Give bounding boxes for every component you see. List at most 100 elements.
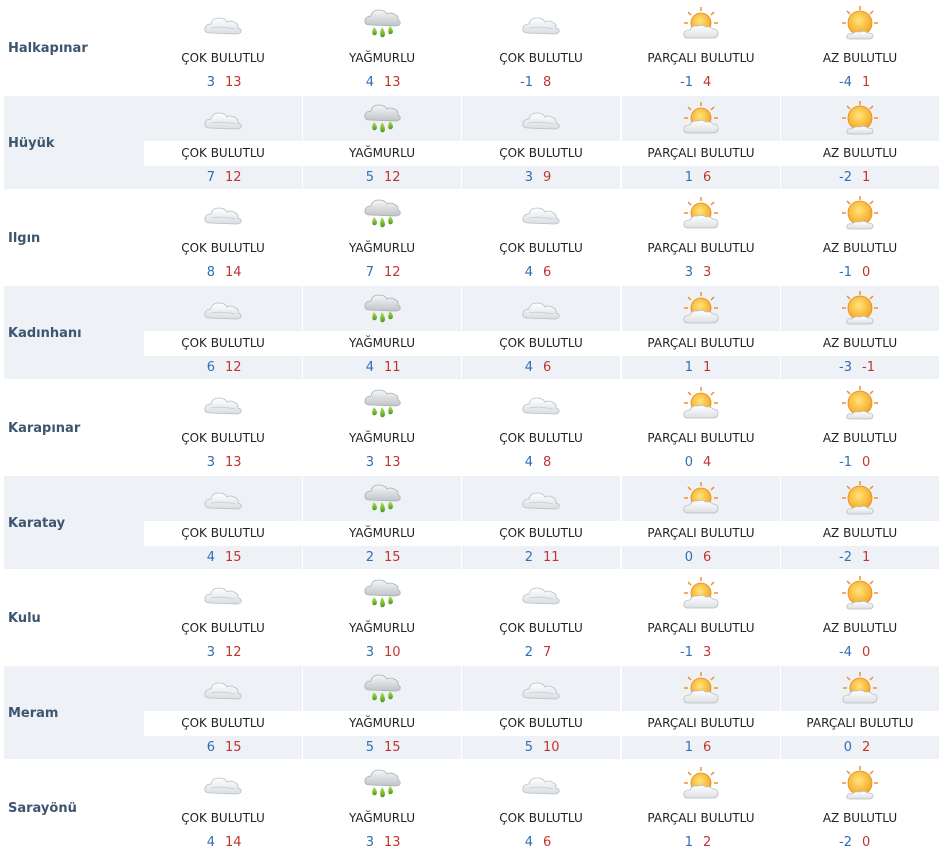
icon-cell: [781, 476, 939, 521]
min-temp: 4: [365, 360, 374, 375]
min-temp: 1: [684, 740, 693, 755]
condition-cell: PARÇALI BULUTLU: [622, 141, 780, 165]
max-temp: 12: [384, 170, 401, 185]
min-temp: 7: [365, 265, 374, 280]
forecast-day: AZ BULUTLU -4 0: [781, 570, 939, 665]
condition-label: AZ BULUTLU: [822, 336, 898, 350]
condition-cell: YAĞMURLU: [303, 521, 461, 545]
condition-cell: AZ BULUTLU: [781, 46, 939, 70]
condition-cell: ÇOK BULUTLU: [144, 331, 302, 355]
city-cell: Kadınhanı: [4, 286, 144, 379]
forecast-day: YAĞMURLU 3 10: [303, 570, 461, 665]
max-temp: 0: [862, 265, 871, 280]
condition-cell: AZ BULUTLU: [781, 236, 939, 260]
cloudy-icon: [201, 670, 245, 708]
city-name: Karapınar: [8, 421, 81, 436]
condition-label: ÇOK BULUTLU: [181, 431, 265, 445]
temperature-cell: 46: [462, 831, 620, 854]
temperature-cell: 3 13: [303, 831, 461, 854]
condition-cell: ÇOK BULUTLU: [462, 711, 620, 735]
icon-cell: [622, 571, 780, 616]
condition-label: PARÇALI BULUTLU: [647, 716, 755, 730]
condition-label: ÇOK BULUTLU: [499, 621, 583, 635]
forecast-day: PARÇALI BULUTLU 3 3: [622, 190, 780, 285]
temperature-cell: 4 11: [303, 356, 461, 379]
city-cell: Karatay: [4, 476, 144, 569]
min-temp: -3: [839, 360, 852, 375]
max-temp: 6: [703, 550, 712, 565]
max-temp: 4: [703, 455, 712, 470]
forecast-day: AZ BULUTLU -1 0: [781, 190, 939, 285]
forecast-day: ÇOK BULUTLU 3 13: [144, 0, 302, 95]
condition-label: YAĞMURLU: [348, 241, 416, 255]
icon-cell: [781, 1, 939, 46]
icon-cell: [303, 476, 461, 521]
icon-cell: [462, 666, 620, 711]
forecast-day: ÇOK BULUTLU 6 15: [144, 665, 302, 760]
forecast-day: AZ BULUTLU -2 1: [781, 475, 939, 570]
temperature-cell: 27: [462, 641, 620, 664]
condition-label: PARÇALI BULUTLU: [806, 716, 914, 730]
max-temp: -1: [862, 360, 875, 375]
city-cell: Halkapınar: [4, 1, 144, 94]
city-cell: Sarayönü: [4, 761, 144, 854]
condition-label: PARÇALI BULUTLU: [647, 336, 755, 350]
forecast-day: ÇOK BULUTLU 4 6: [462, 760, 620, 855]
condition-label: PARÇALI BULUTLU: [647, 621, 755, 635]
forecast-day: PARÇALI BULUTLU -1 3: [622, 570, 780, 665]
max-temp: 6: [703, 170, 712, 185]
cloudy-icon: [201, 195, 245, 233]
condition-label: ÇOK BULUTLU: [499, 811, 583, 825]
temperature-cell: 2 15: [303, 546, 461, 569]
mostly-sunny-icon: [838, 290, 882, 328]
temperature-cell: 7 12: [144, 166, 302, 189]
forecast-day: AZ BULUTLU -4 1: [781, 0, 939, 95]
max-temp: 9: [543, 170, 552, 185]
icon-cell: [622, 1, 780, 46]
condition-label: ÇOK BULUTLU: [499, 716, 583, 730]
condition-cell: AZ BULUTLU: [781, 331, 939, 355]
temperature-cell: 02: [781, 736, 939, 759]
max-temp: 1: [862, 550, 871, 565]
forecast-day: PARÇALI BULUTLU 0 2: [781, 665, 939, 760]
icon-cell: [144, 191, 302, 236]
icon-cell: [144, 1, 302, 46]
rain-icon: [360, 575, 404, 613]
cloudy-icon: [519, 100, 563, 138]
icon-cell: [781, 286, 939, 331]
max-temp: 15: [384, 740, 401, 755]
rain-icon: [360, 765, 404, 803]
condition-label: YAĞMURLU: [348, 431, 416, 445]
condition-cell: AZ BULUTLU: [781, 141, 939, 165]
condition-cell: YAĞMURLU: [303, 711, 461, 735]
condition-cell: AZ BULUTLU: [781, 806, 939, 830]
mostly-sunny-icon: [838, 5, 882, 43]
city-name: Sarayönü: [8, 801, 77, 816]
condition-cell: ÇOK BULUTLU: [144, 141, 302, 165]
forecast-day: PARÇALI BULUTLU 1 2: [622, 760, 780, 855]
forecast-day: PARÇALI BULUTLU 0 4: [622, 380, 780, 475]
partly-cloudy-icon: [679, 195, 723, 233]
min-temp: -1: [839, 455, 852, 470]
icon-cell: [622, 96, 780, 141]
forecast-day: PARÇALI BULUTLU 1 6: [622, 95, 780, 190]
mostly-sunny-icon: [838, 575, 882, 613]
max-temp: 13: [225, 75, 242, 90]
forecast-row: Meram ÇOK BULUTLU 6 15 YAĞMURLU 5 15 ÇOK BULUTL…: [0, 665, 947, 760]
icon-cell: [622, 381, 780, 426]
temperature-cell: -3 -1: [781, 356, 939, 379]
partly-cloudy-icon: [679, 670, 723, 708]
forecast-row: Karapınar ÇOK BULUTLU 3 13 YAĞMURLU 3 13 ÇOK BU…: [0, 380, 947, 475]
icon-cell: [144, 571, 302, 616]
temperature-cell: 8 14: [144, 261, 302, 284]
icon-cell: [144, 96, 302, 141]
forecast-day: YAĞMURLU 4 11: [303, 285, 461, 380]
forecast-day: ÇOK BULUTLU 7 12: [144, 95, 302, 190]
temperature-cell: 3 13: [144, 451, 302, 474]
condition-label: YAĞMURLU: [348, 811, 416, 825]
max-temp: 12: [384, 265, 401, 280]
cloudy-icon: [519, 290, 563, 328]
min-temp: 4: [524, 265, 533, 280]
forecast-row: Hüyük ÇOK BULUTLU 7 12 YAĞMURLU 5 12 ÇOK BULUTL…: [0, 95, 947, 190]
min-temp: 3: [524, 170, 533, 185]
